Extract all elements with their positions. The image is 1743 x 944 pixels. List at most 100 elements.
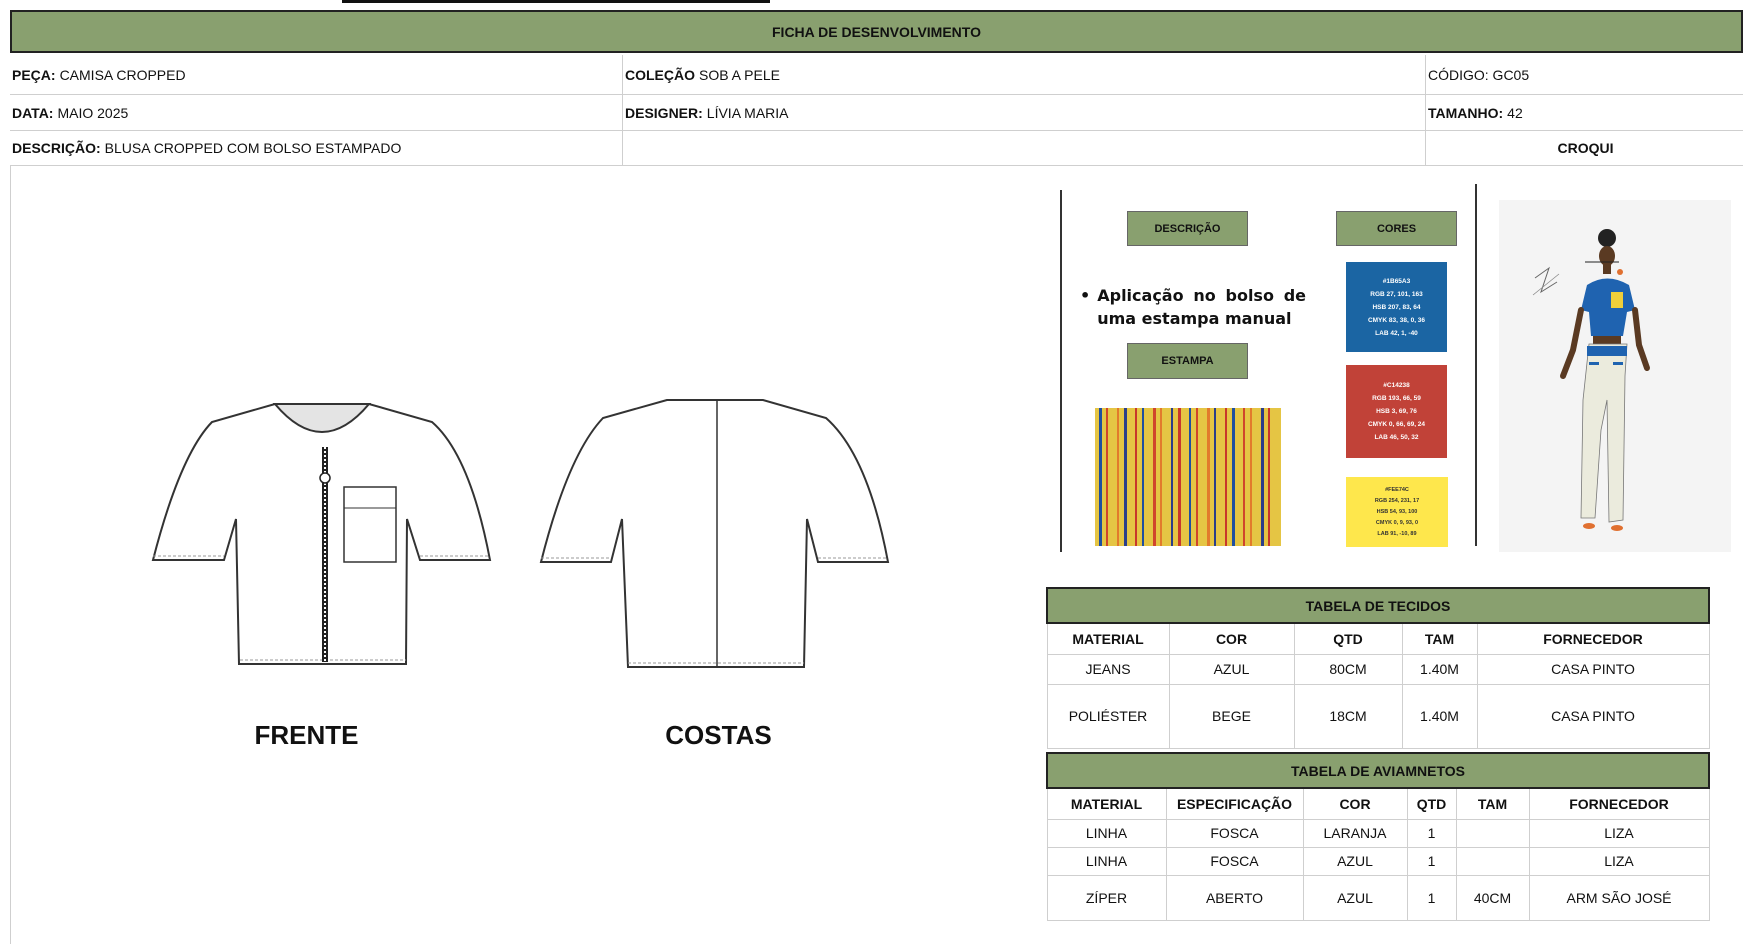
table-cell: CASA PINTO <box>1476 653 1710 685</box>
panel-divider-right <box>1475 184 1477 546</box>
print-stripe <box>1268 408 1270 546</box>
cores-button: CORES <box>1336 211 1457 246</box>
trims-col-header: TAM <box>1455 787 1530 820</box>
swatch-line: #1B65A3 <box>1382 277 1411 285</box>
data-cell: DATA: MAIO 2025 <box>10 95 623 130</box>
swatch-line: #FEE74C <box>1385 486 1409 493</box>
left-border <box>10 165 11 944</box>
trims-table-title: TABELA DE AVIAMNETOS <box>1046 752 1710 789</box>
trims-table: TABELA DE AVIAMNETOS MATERIAL ESPECIFICA… <box>1046 752 1710 921</box>
peca-cell: PEÇA: CAMISA CROPPED <box>10 55 623 94</box>
swatch-line: #C14238 <box>1383 382 1410 389</box>
description-text: Aplicação no bolso de uma estampa manual <box>1097 286 1306 328</box>
codigo-cell: CÓDIGO: GC05 <box>1426 55 1743 94</box>
table-cell: 1 <box>1406 874 1457 921</box>
table-cell: LARANJA <box>1302 818 1408 848</box>
table-cell: BEGE <box>1168 683 1295 749</box>
descricao-button: DESCRIÇÃO <box>1127 211 1248 246</box>
table-cell: LINHA <box>1046 818 1167 848</box>
table-cell <box>1455 818 1530 848</box>
print-stripe <box>1225 408 1227 546</box>
print-stripe <box>1117 408 1119 546</box>
fabrics-table: TABELA DE TECIDOS MATERIAL COR QTD TAM F… <box>1046 587 1710 749</box>
swatch-line: RGB 27, 101, 163 <box>1370 290 1423 298</box>
fabrics-col-header: TAM <box>1401 622 1478 655</box>
swatch-line: LAB 91, -10, 89 <box>1377 530 1417 537</box>
fabrics-table-title: TABELA DE TECIDOS <box>1046 587 1710 624</box>
info-row-2: DATA: MAIO 2025 DESIGNER: LÍVIA MARIA TA… <box>10 95 1743 131</box>
color-swatch-yellow: #FEE74C RGB 254, 231, 17 HSB 54, 93, 100… <box>1346 477 1448 547</box>
swatch-line: CMYK 83, 38, 0, 36 <box>1367 316 1426 324</box>
table-cell: 40CM <box>1455 874 1530 921</box>
croqui-illustration <box>1499 200 1731 552</box>
empty-cell <box>623 131 1426 165</box>
trims-col-header: ESPECIFICAÇÃO <box>1165 787 1304 820</box>
color-swatch-red: #C14238 RGB 193, 66, 59 HSB 3, 69, 76 CM… <box>1346 365 1447 458</box>
croqui-cell: CROQUI <box>1426 131 1743 165</box>
table-row: LINHA FOSCA AZUL 1 LIZA <box>1046 846 1710 876</box>
swatch-line: CMYK 0, 66, 69, 24 <box>1367 421 1426 428</box>
table-cell: JEANS <box>1046 653 1170 685</box>
swatch-line: RGB 193, 66, 59 <box>1372 395 1421 402</box>
data-value: MAIO 2025 <box>57 104 129 121</box>
print-stripe <box>1124 408 1127 546</box>
peca-value: CAMISA CROPPED <box>59 66 186 83</box>
print-stripe <box>1232 408 1235 546</box>
print-stripe <box>1189 408 1191 546</box>
trims-col-header: MATERIAL <box>1046 787 1167 820</box>
print-stripe <box>1207 408 1210 546</box>
fabrics-col-header: COR <box>1168 622 1295 655</box>
trims-col-header: COR <box>1302 787 1408 820</box>
print-stripe <box>1160 408 1162 546</box>
description-item: • Aplicação no bolso de uma estampa manu… <box>1080 284 1306 330</box>
peca-label: PEÇA: <box>12 66 56 83</box>
swatch-line: LAB 46, 50, 32 <box>1374 434 1419 441</box>
table-cell: LINHA <box>1046 846 1167 876</box>
tamanho-cell: TAMANHO: 42 <box>1426 95 1743 130</box>
print-stripe <box>1171 408 1173 546</box>
swatch-line: HSB 54, 93, 100 <box>1376 508 1418 515</box>
table-cell: 1.40M <box>1401 683 1478 749</box>
table-cell: AZUL <box>1168 653 1295 685</box>
descricao-value: BLUSA CROPPED COM BOLSO ESTAMPADO <box>104 140 402 156</box>
panel-divider-left <box>1060 190 1062 552</box>
print-sample <box>1095 408 1281 546</box>
table-cell: 80CM <box>1293 653 1403 685</box>
table-cell: LIZA <box>1528 818 1710 848</box>
data-label: DATA: <box>12 104 54 121</box>
table-cell: 1.40M <box>1401 653 1478 685</box>
print-stripe <box>1214 408 1216 546</box>
swatch-line: LAB 42, 1, -40 <box>1375 329 1418 337</box>
swatch-line: HSB 207, 83, 64 <box>1372 303 1421 311</box>
table-cell: FOSCA <box>1165 818 1304 848</box>
print-stripe <box>1250 408 1252 546</box>
designer-label: DESIGNER: <box>625 104 703 121</box>
trims-col-header: QTD <box>1406 787 1457 820</box>
table-cell: CASA PINTO <box>1476 683 1710 749</box>
print-stripe <box>1178 408 1181 546</box>
table-cell: LIZA <box>1528 846 1710 876</box>
color-swatch-blue: #1B65A3 RGB 27, 101, 163 HSB 207, 83, 64… <box>1346 262 1447 352</box>
print-stripe <box>1135 408 1137 546</box>
fabrics-col-header: QTD <box>1293 622 1403 655</box>
back-label: COSTAS <box>665 720 772 750</box>
description-list: • Aplicação no bolso de uma estampa manu… <box>1080 284 1306 330</box>
table-cell: AZUL <box>1302 846 1408 876</box>
print-stripe <box>1106 408 1108 546</box>
fabrics-col-header: FORNECEDOR <box>1476 622 1710 655</box>
table-cell: ZÍPER <box>1046 874 1167 921</box>
print-stripe <box>1261 408 1264 546</box>
table-row: JEANS AZUL 80CM 1.40M CASA PINTO <box>1046 653 1710 685</box>
top-accent-bar <box>342 0 770 3</box>
table-cell: 18CM <box>1293 683 1403 749</box>
front-label: FRENTE <box>254 720 359 750</box>
print-stripe <box>1196 408 1198 546</box>
descricao-label: DESCRIÇÃO: <box>12 140 101 156</box>
table-cell: POLIÉSTER <box>1046 683 1170 749</box>
swatch-line: CMYK 0, 9, 93, 0 <box>1375 519 1419 526</box>
back-flat-sketch <box>539 399 890 668</box>
table-cell: AZUL <box>1302 874 1408 921</box>
descricao-cell: DESCRIÇÃO: BLUSA CROPPED COM BOLSO ESTAM… <box>10 131 623 165</box>
trims-col-header: FORNECEDOR <box>1528 787 1710 820</box>
table-cell: FOSCA <box>1165 846 1304 876</box>
